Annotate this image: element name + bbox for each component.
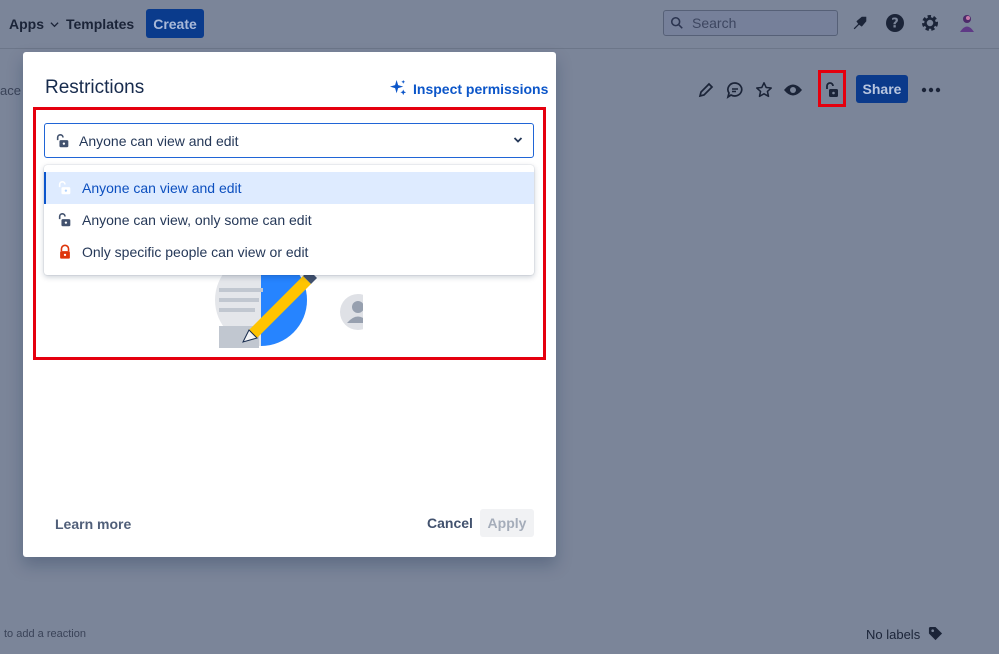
notifications-icon[interactable] (849, 12, 871, 34)
chevron-down-icon (513, 137, 523, 143)
space-name-fragment: ace (0, 83, 21, 98)
option-view-some-edit[interactable]: Anyone can view, only some can edit (44, 204, 534, 236)
selected-restriction-label: Anyone can view and edit (79, 132, 239, 149)
search-input[interactable] (690, 14, 834, 32)
settings-gear-icon[interactable] (919, 12, 941, 34)
share-button[interactable]: Share (856, 75, 908, 103)
comment-icon[interactable] (724, 79, 746, 101)
reaction-hint: to add a reaction (4, 628, 86, 640)
option-anyone-view-edit[interactable]: Anyone can view and edit (44, 172, 534, 204)
apps-label: Apps (9, 16, 44, 32)
option-label: Anyone can view, only some can edit (82, 212, 312, 228)
watch-eye-icon[interactable] (782, 79, 804, 101)
inspect-permissions-link[interactable]: Inspect permissions (389, 79, 548, 98)
avatar-icon[interactable] (956, 12, 978, 34)
apply-button[interactable]: Apply (480, 509, 534, 537)
edit-pencil-icon[interactable] (695, 79, 717, 101)
apps-menu[interactable]: Apps (9, 16, 59, 32)
option-label: Anyone can view and edit (82, 180, 242, 196)
help-icon[interactable]: ? (884, 12, 906, 34)
labels-status: No labels (866, 627, 921, 642)
search-icon (670, 16, 683, 29)
label-tag-icon[interactable] (928, 626, 943, 646)
more-actions-icon[interactable] (920, 79, 942, 101)
learn-more-link[interactable]: Learn more (55, 516, 131, 532)
lock-partial-icon (58, 213, 71, 227)
option-label: Only specific people can view or edit (82, 244, 309, 260)
unlock-icon (58, 181, 71, 195)
sparkle-icon (389, 79, 407, 96)
dialog-title: Restrictions (45, 77, 145, 98)
option-specific-people[interactable]: Only specific people can view or edit (44, 236, 534, 268)
cancel-button[interactable]: Cancel (421, 509, 473, 537)
svg-text:?: ? (891, 17, 899, 32)
restrictions-illustration (215, 270, 363, 348)
inspect-permissions-label: Inspect permissions (413, 80, 549, 97)
restriction-level-select[interactable]: Anyone can view and edit (44, 123, 534, 158)
top-navigation: Apps Templates Create ? (0, 0, 999, 49)
lock-icon (60, 244, 70, 259)
unlock-icon (56, 133, 69, 147)
search-box[interactable] (663, 10, 838, 36)
chevron-down-icon (50, 22, 59, 28)
restrictions-dialog: Restrictions Inspect permissions Anyone … (23, 52, 556, 557)
restrictions-button-highlight (818, 70, 846, 107)
templates-link[interactable]: Templates (66, 16, 134, 32)
create-button[interactable]: Create (146, 9, 204, 38)
restriction-options-menu: Anyone can view and edit Anyone can view… (44, 165, 534, 275)
star-icon[interactable] (753, 79, 775, 101)
